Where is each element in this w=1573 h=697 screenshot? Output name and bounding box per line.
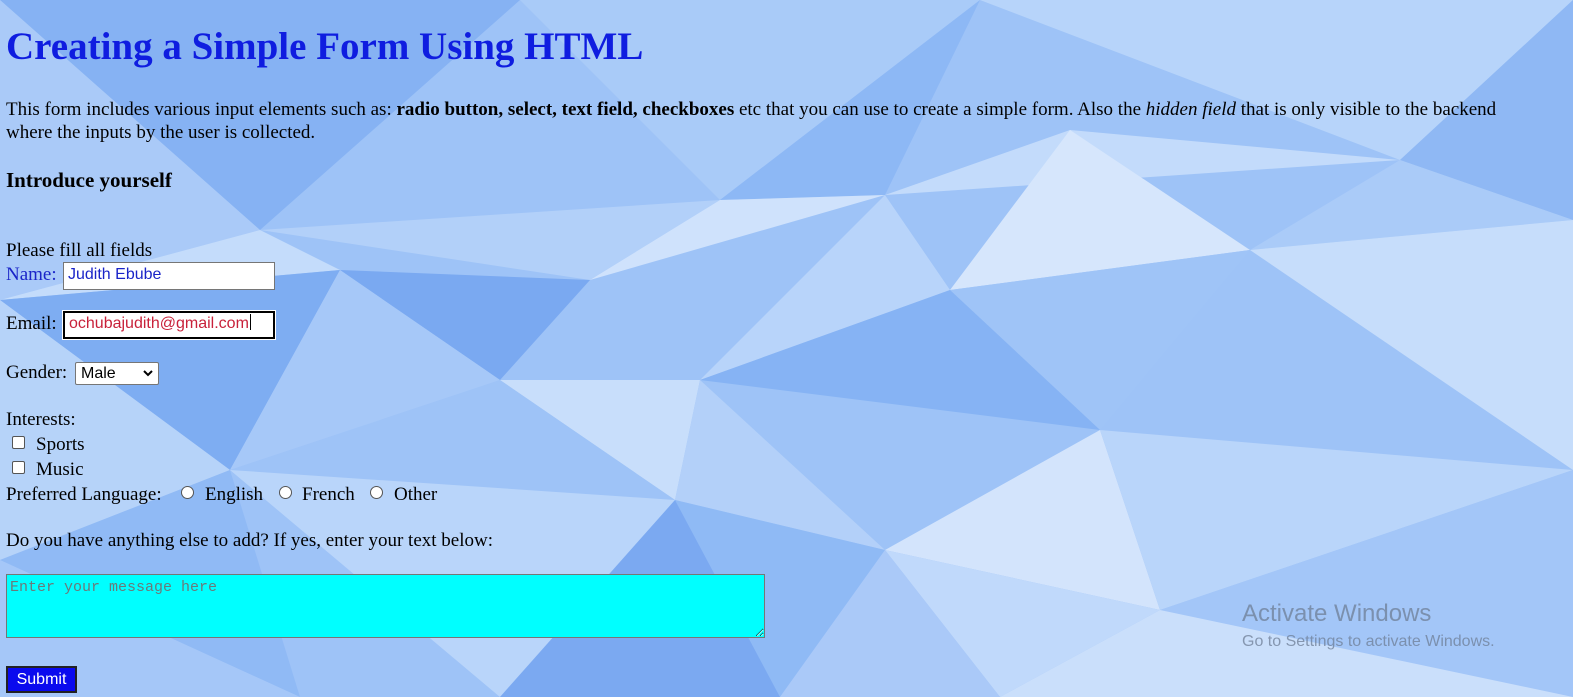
activate-windows-subtitle: Go to Settings to activate Windows. xyxy=(1242,633,1495,650)
name-input-value: Judith Ebube xyxy=(68,266,162,283)
page-title: Creating a Simple Form Using HTML xyxy=(6,25,644,68)
intro-text-1: This form includes various input element… xyxy=(6,99,397,120)
email-input[interactable]: ochubajudith@gmail.com xyxy=(62,310,276,340)
french-label: French xyxy=(302,484,355,505)
name-input[interactable]: Judith Ebube xyxy=(63,262,275,290)
activate-windows-title: Activate Windows xyxy=(1242,600,1432,627)
message-textarea[interactable] xyxy=(6,574,765,638)
message-prompt: Do you have anything else to add? If yes… xyxy=(6,530,493,551)
intro-paragraph: This form includes various input element… xyxy=(6,98,1546,144)
email-label: Email: xyxy=(6,313,57,334)
english-label: English xyxy=(205,484,264,505)
music-label: Music xyxy=(36,459,84,480)
text-caret xyxy=(249,314,251,330)
sports-checkbox[interactable] xyxy=(12,436,25,449)
english-radio[interactable] xyxy=(181,486,194,499)
intro-text-2: etc that you can use to create a simple … xyxy=(734,99,1146,120)
submit-button[interactable]: Submit xyxy=(6,666,77,693)
name-label: Name: xyxy=(6,264,57,285)
chevron-down-icon xyxy=(143,370,153,377)
page-content: Creating a Simple Form Using HTML This f… xyxy=(0,0,1573,697)
other-label: Other xyxy=(394,484,438,505)
french-radio[interactable] xyxy=(279,486,292,499)
interests-label: Interests: xyxy=(6,409,76,430)
other-radio[interactable] xyxy=(370,486,383,499)
gender-select[interactable]: Male xyxy=(75,362,159,385)
intro-italic-text: hidden field xyxy=(1145,99,1236,120)
language-label: Preferred Language: xyxy=(6,484,162,505)
gender-selected-value: Male xyxy=(81,365,116,382)
form-instructions: Please fill all fields xyxy=(6,240,153,261)
section-heading: Introduce yourself xyxy=(6,168,172,192)
music-checkbox[interactable] xyxy=(12,461,25,474)
sports-label: Sports xyxy=(36,434,85,455)
intro-bold-text: radio button, select, text field, checkb… xyxy=(396,99,735,120)
gender-label: Gender: xyxy=(6,362,68,383)
email-input-value: ochubajudith@gmail.com xyxy=(69,315,249,332)
